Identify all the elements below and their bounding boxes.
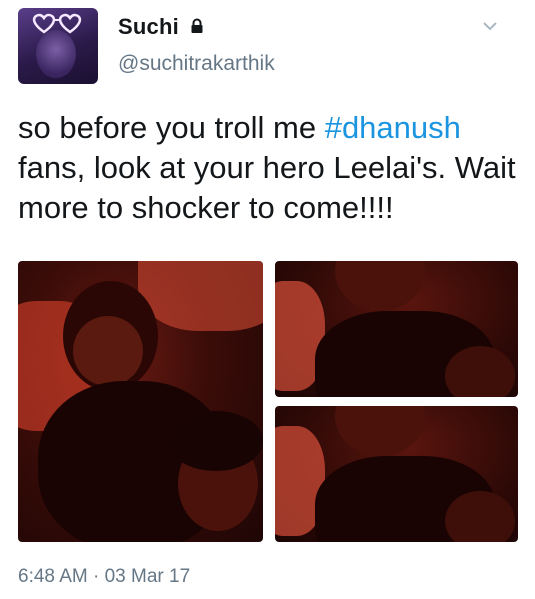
tweet-text-part2: fans, look at your hero Leelai's. Wait m… [18, 150, 516, 225]
tweet-text-part1: so before you troll me [18, 110, 325, 145]
lock-icon [191, 18, 203, 34]
tweet-text: so before you troll me #dhanush fans, lo… [18, 108, 523, 228]
chevron-down-icon[interactable] [480, 16, 500, 36]
photo-3[interactable] [275, 406, 518, 542]
face-shape [335, 406, 425, 456]
face-shape [73, 316, 143, 386]
photo-1[interactable] [18, 261, 263, 542]
avatar-face [36, 30, 76, 78]
pillow-shape [138, 261, 263, 331]
face-shape [335, 261, 425, 311]
heart-glasses-icon [32, 13, 82, 34]
face-shape [445, 346, 515, 397]
hashtag-link[interactable]: #dhanush [325, 110, 461, 145]
timestamp[interactable]: 6:48 AM · 03 Mar 17 [18, 566, 190, 588]
photo-2[interactable] [275, 261, 518, 397]
user-name[interactable]: Suchi [118, 14, 204, 40]
tweet-card: Suchi @suchitrakarthik so before you tro… [0, 0, 535, 599]
hair-shape [168, 411, 263, 471]
media-grid [18, 261, 518, 542]
face-shape [445, 491, 515, 542]
user-name-label: Suchi [118, 14, 179, 39]
avatar[interactable] [18, 8, 98, 84]
user-handle[interactable]: @suchitrakarthik [118, 52, 275, 76]
